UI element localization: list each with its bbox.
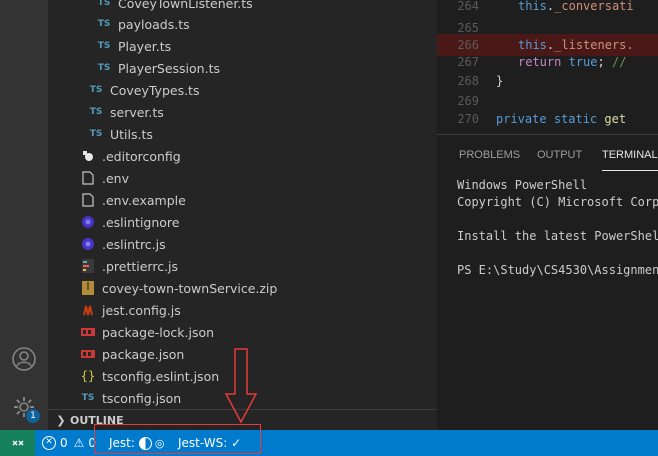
tree-item[interactable]: .eslintrc.js [48,233,437,255]
tree-item[interactable]: TS payloads.ts [48,13,437,35]
tree-item[interactable]: .prettierrc.js [48,255,437,277]
tree-item[interactable]: .eslintignore [48,211,437,233]
typescript-icon: TS [89,107,103,117]
eslint-icon [80,214,96,230]
tree-item[interactable]: TS Player.ts [48,35,437,57]
terminal-line: Windows PowerShell [457,178,588,192]
editorconfig-icon [80,148,96,164]
jest-icon [80,302,96,318]
tree-item-label: server.ts [110,104,164,120]
annotation-highlight-box [94,424,261,454]
tree-item-label: package-lock.json [102,324,215,340]
tree-item-label: Utils.ts [110,126,153,142]
tree-item-label: CoveyTownListener.ts [118,0,253,11]
terminal-line: Copyright (C) Microsoft Corpo [457,195,658,209]
file-icon [80,192,96,208]
typescript-icon: TS [97,19,111,29]
tree-item[interactable]: package-lock.json [48,321,437,343]
tab-terminal[interactable]: TERMINAL [602,149,658,171]
tree-item-label: package.json [102,346,185,362]
tree-item[interactable]: TS Utils.ts [48,123,437,145]
tree-item-label: .eslintignore [102,214,180,230]
tree-item[interactable]: .env.example [48,189,437,211]
remote-indicator[interactable] [0,430,35,456]
tree-item-label: payloads.ts [118,16,190,32]
typescript-icon: TS [97,63,111,73]
typescript-icon: TS [97,0,111,8]
typescript-icon: TS [97,41,111,51]
line-number: 270 [457,112,479,126]
line-number: 264 [457,0,479,13]
line-number: 266 [457,38,479,52]
code-editor[interactable]: 264 this._conversati 265 266 this._liste… [437,0,658,134]
remote-icon [12,440,23,446]
typescript-icon: TS [89,85,103,95]
code-line: 270 private static get [437,108,658,130]
code-line: 264 this._conversati [437,0,658,17]
error-icon: ✕ [42,436,56,450]
terminal-line: PS E:\Study\CS4530\Assignment [457,263,658,277]
tree-item[interactable]: .env [48,167,437,189]
tab-output[interactable]: OUTPUT [537,149,582,161]
tree-item-label: CoveyTypes.ts [110,82,200,98]
tree-item-label: .prettierrc.js [102,258,179,274]
typescript-icon: TS [89,129,103,139]
warning-icon: ⚠ [73,436,85,450]
error-count: 0 [60,436,68,450]
line-number: 267 [457,55,479,69]
settings-gear-icon[interactable]: 1 [10,393,40,423]
account-icon[interactable] [10,345,38,373]
tree-item-label: .env [102,170,129,186]
eslint-icon [80,236,96,252]
zip-icon [80,280,96,296]
terminal-line: Install the latest PowerShell [457,229,658,243]
line-number: 268 [457,74,479,88]
tsconfig-icon: TS [81,393,95,403]
notification-badge: 1 [26,409,40,423]
code-line: 268 } [437,70,658,92]
problems-indicator[interactable]: ✕ 0 ⚠ 0 [42,430,96,456]
terminal-output[interactable]: Windows PowerShell Copyright (C) Microsof… [457,177,658,279]
tree-item-label: .env.example [102,192,186,208]
tree-item-label: covey-town-townService.zip [102,280,278,296]
tree-item-label: tsconfig.json [102,390,182,406]
tree-item-label: PlayerSession.ts [118,60,220,76]
tree-item-label: jest.config.js [102,302,181,318]
npm-icon [80,346,96,362]
tree-item-label: tsconfig.eslint.json [102,368,220,384]
tree-item[interactable]: jest.config.js [48,299,437,321]
npm-icon [80,324,96,340]
activity-bar: 1 [0,0,48,430]
prettier-icon [80,258,96,274]
tree-item[interactable]: .editorconfig [48,145,437,167]
json-icon: {} [80,369,96,383]
bottom-panel: PROBLEMS OUTPUT TERMINAL Windows PowerSh… [437,134,658,431]
line-number: 265 [457,21,479,35]
tree-item-label: .eslintrc.js [102,236,166,252]
tree-item[interactable]: TS CoveyTownListener.ts [48,0,437,14]
annotation-arrow-icon [224,348,258,424]
tree-item[interactable]: TS server.ts [48,101,437,123]
tree-item-label: .editorconfig [102,148,181,164]
tab-problems[interactable]: PROBLEMS [459,149,520,161]
tree-item[interactable]: TS PlayerSession.ts [48,57,437,79]
chevron-right-icon: ❯ [56,414,66,427]
tree-item[interactable]: TS CoveyTypes.ts [48,79,437,101]
line-number: 269 [457,94,479,108]
file-icon [80,170,96,186]
tree-item[interactable]: covey-town-townService.zip [48,277,437,299]
panel-tabs: PROBLEMS OUTPUT TERMINAL [437,135,658,175]
tree-item-label: Player.ts [118,38,172,54]
